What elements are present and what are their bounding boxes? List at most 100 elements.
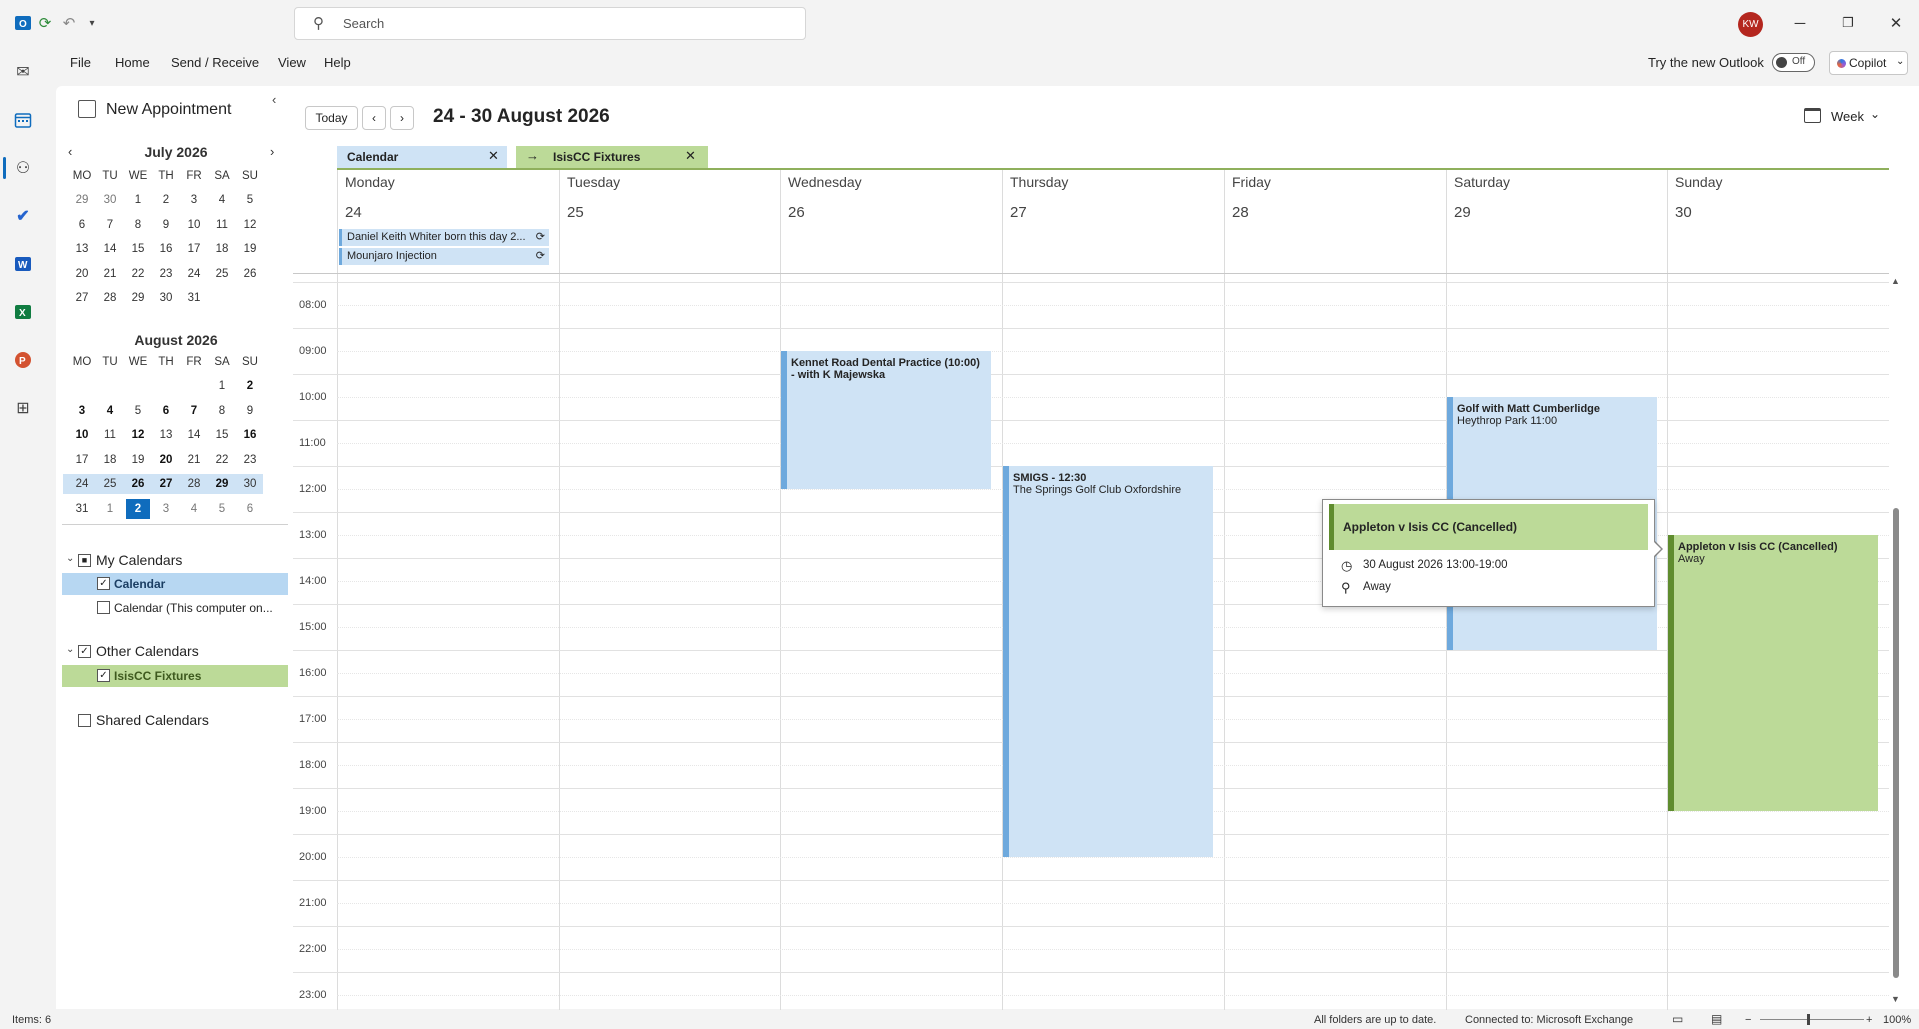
mini-calendar-today[interactable]: 2 <box>126 498 150 519</box>
reading-view-icon[interactable]: ▤ <box>1711 1012 1722 1026</box>
mini-calendar-day[interactable]: 5 <box>208 497 236 521</box>
normal-view-icon[interactable]: ▭ <box>1672 1012 1683 1026</box>
scroll-thumb[interactable] <box>1893 508 1899 978</box>
today-button[interactable]: Today <box>305 106 358 130</box>
mini-calendar-day[interactable]: 9 <box>152 213 180 237</box>
calendar-item-isiscc[interactable]: ✓ IsisCC Fixtures <box>62 665 288 687</box>
mini-calendar-day[interactable]: 17 <box>68 448 96 472</box>
previous-week-button[interactable]: ‹ <box>362 106 386 130</box>
mini-calendar-day[interactable]: 11 <box>208 213 236 237</box>
mini-calendar-day[interactable]: 5 <box>236 188 264 212</box>
mini-calendar-day[interactable]: 27 <box>68 286 96 310</box>
overlay-arrow-icon[interactable]: → <box>526 148 539 163</box>
mini-calendar-day[interactable]: 28 <box>180 472 208 496</box>
minimize-icon[interactable]: ─ <box>1788 12 1812 34</box>
undo-icon[interactable]: ↶ <box>58 12 80 34</box>
mini-calendar-day[interactable]: 21 <box>180 448 208 472</box>
close-tab-icon[interactable]: ✕ <box>685 148 696 164</box>
calendar-checkbox[interactable]: ✓ <box>97 577 110 590</box>
mini-calendar-day[interactable]: 31 <box>180 286 208 310</box>
mini-calendar-day[interactable]: 3 <box>180 188 208 212</box>
mini-calendar-day[interactable]: 13 <box>68 237 96 261</box>
group-checkbox[interactable] <box>78 714 91 727</box>
tab-isiscc[interactable]: → IsisCC Fixtures ✕ <box>516 146 708 168</box>
mini-calendar-day[interactable]: 15 <box>124 237 152 261</box>
mini-calendar-day[interactable]: 23 <box>152 262 180 286</box>
mini-calendar-day[interactable]: 18 <box>96 448 124 472</box>
mini-calendar-day[interactable]: 3 <box>152 497 180 521</box>
day-number[interactable]: 24 <box>345 204 362 221</box>
mini-calendar-day[interactable]: 25 <box>208 262 236 286</box>
mini-calendar-day[interactable]: 8 <box>208 399 236 423</box>
mini-calendar-day[interactable]: 4 <box>208 188 236 212</box>
mini-calendar-day[interactable]: 1 <box>96 497 124 521</box>
day-header-friday[interactable]: Friday <box>1232 174 1271 190</box>
sync-icon[interactable]: ⟳ <box>34 12 56 34</box>
restore-icon[interactable]: ❐ <box>1836 12 1860 34</box>
event-smigs[interactable]: SMIGS - 12:30 The Springs Golf Club Oxfor… <box>1003 466 1213 857</box>
vertical-scrollbar[interactable]: ▲ ▼ <box>1889 270 1903 1010</box>
copilot-button[interactable]: Copilot ⌄ <box>1829 51 1908 75</box>
excel-icon[interactable]: X <box>12 301 34 323</box>
mini-calendar-day[interactable]: 21 <box>96 262 124 286</box>
customize-toolbar-icon[interactable]: ▾ <box>81 12 103 34</box>
menu-file[interactable]: File <box>70 55 91 70</box>
mini-calendar-day[interactable]: 16 <box>236 423 264 447</box>
mini-calendar-day[interactable]: 23 <box>236 448 264 472</box>
mini-calendar-day[interactable]: 6 <box>236 497 264 521</box>
mini-calendar-day[interactable]: 24 <box>68 472 96 496</box>
mini-calendar-day[interactable]: 29 <box>124 286 152 310</box>
mini-calendar-day[interactable]: 3 <box>68 399 96 423</box>
day-header-thursday[interactable]: Thursday <box>1010 174 1068 190</box>
mini-calendar-day[interactable]: 22 <box>124 262 152 286</box>
event-peek-popup[interactable]: Appleton v Isis CC (Cancelled) ◷ 30 Augu… <box>1322 499 1655 607</box>
other-calendars-group[interactable]: ⌄ ✓ Other Calendars <box>66 642 286 664</box>
mini-calendar-day[interactable]: 14 <box>180 423 208 447</box>
calendar-item-local[interactable]: Calendar (This computer on... <box>62 597 288 619</box>
mini-calendar-day[interactable]: 26 <box>124 472 152 496</box>
collapse-pane-icon[interactable]: ‹ <box>272 92 276 107</box>
day-header-monday[interactable]: Monday <box>345 174 395 190</box>
mini-calendar-day[interactable]: 19 <box>124 448 152 472</box>
mini-calendar-day[interactable]: 29 <box>68 188 96 212</box>
people-icon[interactable]: ⚇ <box>12 157 34 179</box>
scroll-up-icon[interactable]: ▲ <box>1891 276 1900 286</box>
mini-calendar-day[interactable]: 30 <box>236 472 264 496</box>
menu-help[interactable]: Help <box>324 55 351 70</box>
mini-calendar-day[interactable]: 20 <box>68 262 96 286</box>
calendar-local-checkbox[interactable] <box>97 601 110 614</box>
mini-calendar-day[interactable]: 2 <box>236 374 264 398</box>
group-checkbox[interactable]: ■ <box>78 554 91 567</box>
mini-calendar-day[interactable]: 19 <box>236 237 264 261</box>
mini-calendar-day[interactable]: 31 <box>68 497 96 521</box>
mini-calendar-day[interactable]: 18 <box>208 237 236 261</box>
day-number[interactable]: 28 <box>1232 204 1249 221</box>
zoom-in-icon[interactable]: + <box>1866 1014 1872 1026</box>
calendar-icon[interactable] <box>12 109 34 131</box>
mini-calendar-day[interactable]: 2 <box>152 188 180 212</box>
close-window-icon[interactable]: ✕ <box>1884 12 1908 34</box>
menu-send-receive[interactable]: Send / Receive <box>171 55 259 70</box>
scroll-down-icon[interactable]: ▼ <box>1891 994 1900 1004</box>
menu-view[interactable]: View <box>278 55 306 70</box>
mini-calendar-day[interactable]: 15 <box>208 423 236 447</box>
event-dental[interactable]: Kennet Road Dental Practice (10:00) - wi… <box>781 351 991 489</box>
day-header-wednesday[interactable]: Wednesday <box>788 174 862 190</box>
mini-calendar-day[interactable]: 6 <box>68 213 96 237</box>
more-apps-icon[interactable]: ⊞ <box>12 397 34 419</box>
mini-calendar-day[interactable]: 22 <box>208 448 236 472</box>
mini-calendar-day[interactable]: 28 <box>96 286 124 310</box>
zoom-out-icon[interactable]: − <box>1745 1014 1751 1026</box>
mini-calendar-day[interactable]: 1 <box>208 374 236 398</box>
powerpoint-icon[interactable]: P <box>12 349 34 371</box>
zoom-slider-thumb[interactable] <box>1807 1014 1810 1025</box>
mini-calendar-day[interactable]: 1 <box>124 188 152 212</box>
day-header-saturday[interactable]: Saturday <box>1454 174 1510 190</box>
group-checkbox[interactable]: ✓ <box>78 645 91 658</box>
mini-calendar-day[interactable]: 10 <box>68 423 96 447</box>
mini-calendar-day[interactable]: 30 <box>152 286 180 310</box>
mini-calendar-day[interactable]: 14 <box>96 237 124 261</box>
mini-calendar-day[interactable]: 7 <box>180 399 208 423</box>
mini-calendar-day[interactable]: 13 <box>152 423 180 447</box>
mini-calendar-day[interactable]: 27 <box>152 472 180 496</box>
